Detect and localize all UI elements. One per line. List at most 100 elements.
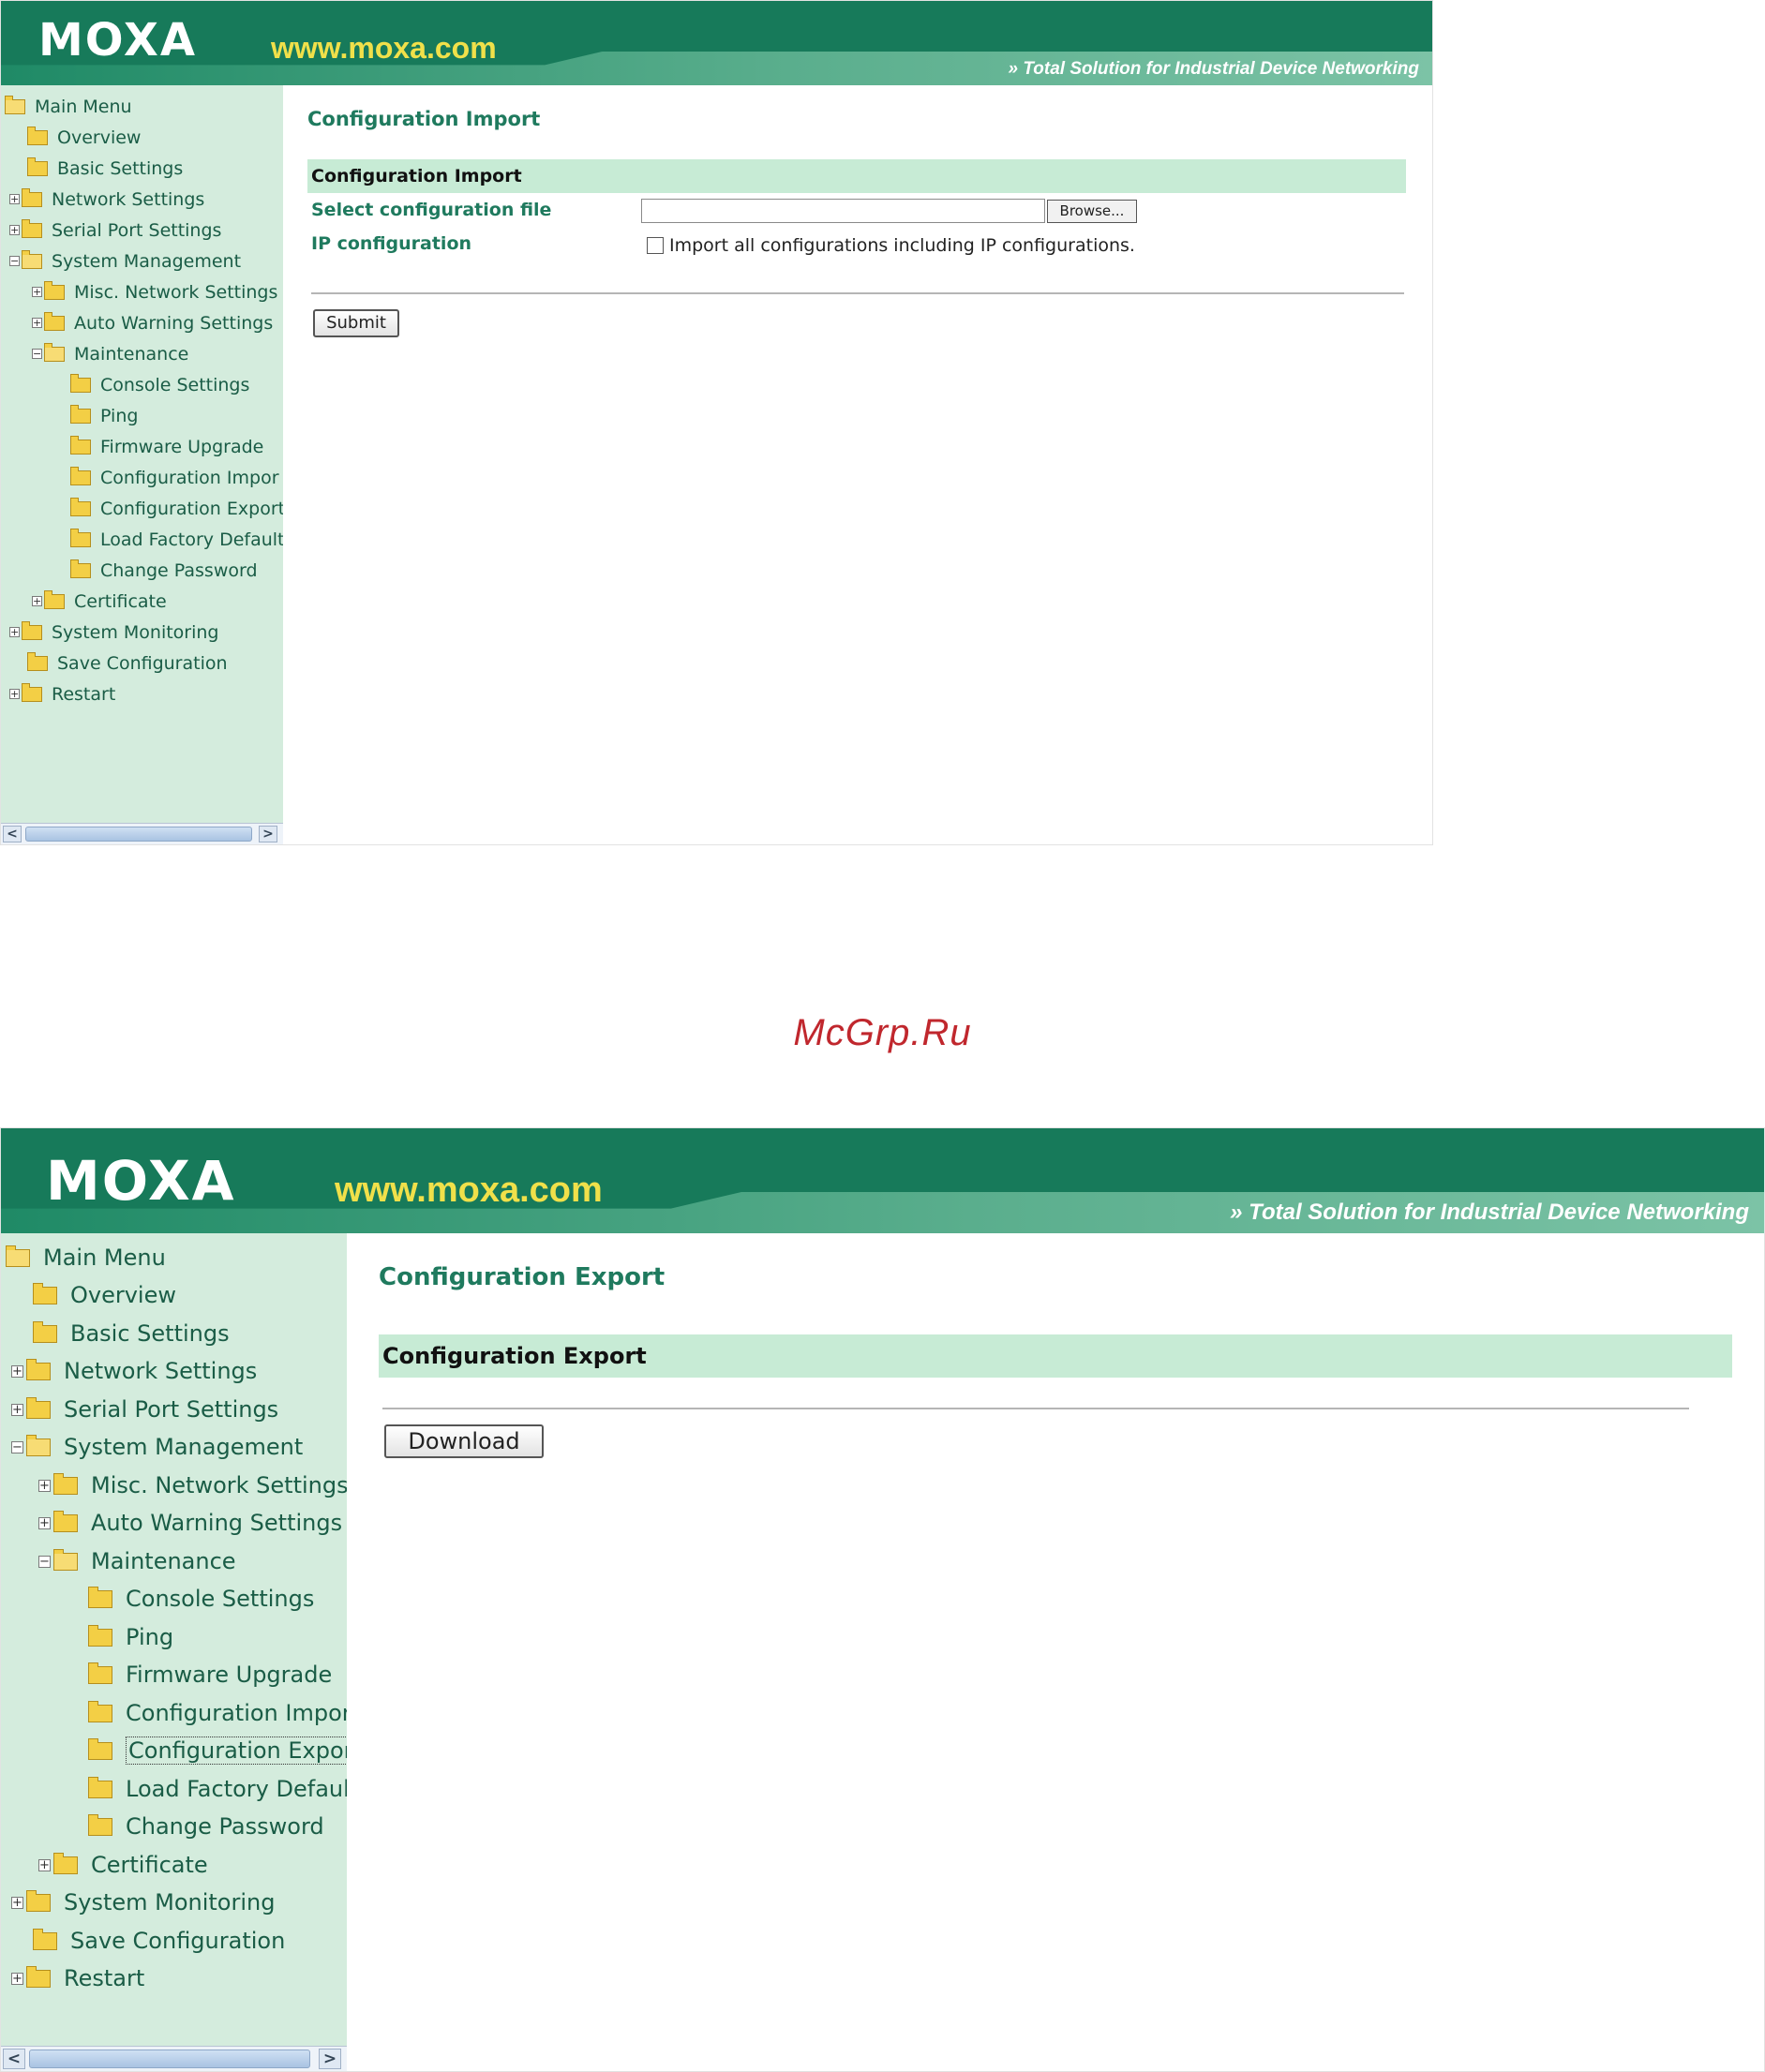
moxa-logo[interactable]: MOXA (38, 14, 197, 67)
expand-icon[interactable]: + (9, 689, 20, 699)
tree-item-misc-network-settings[interactable]: + Misc. Network Settings (32, 276, 277, 307)
folder-icon (26, 1358, 51, 1380)
tree-item-network-settings[interactable]: + Network Settings (9, 184, 204, 215)
tree-label: Load Factory Default (100, 529, 283, 550)
expand-icon[interactable]: + (9, 627, 20, 637)
tree-item-misc-network-settings[interactable]: + Misc. Network Settings (38, 1467, 347, 1504)
folder-open-icon (22, 249, 42, 269)
expand-icon[interactable]: + (11, 1972, 23, 1985)
tagline-text: Total Solution for Industrial Device Net… (1023, 59, 1419, 79)
tree-item-certificate[interactable]: + Certificate (32, 586, 167, 617)
tree-item-load-factory-default[interactable]: Load Factory Default (88, 1770, 347, 1808)
tree-item-system-monitoring[interactable]: + System Monitoring (11, 1884, 275, 1921)
scroll-right-arrow-icon[interactable]: > (259, 826, 277, 842)
ip-configuration-label: IP configuration (311, 233, 472, 254)
tree-item-auto-warning-settings[interactable]: + Auto Warning Settings (32, 307, 273, 338)
tree-item-basic-settings[interactable]: Basic Settings (33, 1315, 230, 1352)
tree-item-console-settings[interactable]: Console Settings (70, 369, 249, 400)
tree-item-configuration-export[interactable]: Configuration Export (88, 1732, 347, 1769)
tree-item-maintenance[interactable]: − Maintenance (32, 338, 188, 369)
tree-item-network-settings[interactable]: + Network Settings (11, 1352, 257, 1390)
tree-item-change-password[interactable]: Change Password (70, 555, 258, 586)
browse-button[interactable]: Browse... (1047, 200, 1137, 223)
tree-label: Restart (52, 683, 116, 705)
tree-item-console-settings[interactable]: Console Settings (88, 1580, 314, 1617)
scroll-left-arrow-icon[interactable]: < (3, 2049, 25, 2069)
tree-item-configuration-import[interactable]: Configuration Impor (70, 462, 279, 493)
tree-item-main-menu[interactable]: Main Menu (5, 91, 132, 122)
expand-icon[interactable]: + (38, 1858, 51, 1871)
expand-icon[interactable]: + (11, 1403, 23, 1416)
folder-icon (44, 311, 65, 331)
tree-item-certificate[interactable]: + Certificate (38, 1846, 208, 1884)
moxa-url[interactable]: www.moxa.com (271, 31, 497, 66)
scrollbar-thumb[interactable] (29, 2050, 310, 2068)
tree-label: Serial Port Settings (52, 219, 222, 241)
submit-button[interactable]: Submit (313, 309, 399, 337)
tree-item-auto-warning-settings[interactable]: + Auto Warning Settings (38, 1504, 342, 1542)
tree-item-maintenance[interactable]: − Maintenance (38, 1543, 236, 1580)
expand-icon[interactable]: + (38, 1516, 51, 1529)
tree-item-firmware-upgrade[interactable]: Firmware Upgrade (70, 431, 263, 462)
folder-icon (70, 528, 91, 547)
scroll-left-arrow-icon[interactable]: < (3, 826, 22, 842)
folder-icon (27, 651, 48, 671)
tree-item-basic-settings[interactable]: Basic Settings (27, 153, 183, 184)
tree-item-system-monitoring[interactable]: + System Monitoring (9, 617, 219, 648)
collapse-icon[interactable]: − (32, 349, 42, 359)
main-content: Configuration Import Configuration Impor… (283, 85, 1432, 844)
tree-item-load-factory-default[interactable]: Load Factory Default (70, 524, 283, 555)
expand-icon[interactable]: + (11, 1896, 23, 1909)
folder-icon (22, 187, 42, 207)
expand-icon[interactable]: + (32, 596, 42, 606)
collapse-icon[interactable]: − (38, 1555, 51, 1568)
tree-item-configuration-import[interactable]: Configuration Impor (88, 1694, 347, 1732)
tree-item-system-management[interactable]: − System Management (11, 1428, 303, 1466)
tree-item-restart[interactable]: + Restart (11, 1960, 144, 1997)
tree-item-overview[interactable]: Overview (33, 1276, 176, 1314)
tree-label: Overview (57, 127, 142, 148)
tree-item-ping[interactable]: Ping (88, 1618, 173, 1656)
tree-item-save-configuration[interactable]: Save Configuration (27, 648, 228, 678)
tree-label: Certificate (74, 590, 167, 612)
tree-item-ping[interactable]: Ping (70, 400, 138, 431)
expand-icon[interactable]: + (9, 194, 20, 204)
download-button[interactable]: Download (384, 1424, 544, 1458)
folder-icon (70, 559, 91, 578)
expand-icon[interactable]: + (38, 1479, 51, 1492)
tree-label: Certificate (91, 1852, 208, 1878)
tree-item-configuration-export[interactable]: Configuration Export (70, 493, 283, 524)
sidebar-horizontal-scrollbar[interactable]: < > (1, 823, 283, 844)
tree-label: Firmware Upgrade (126, 1662, 333, 1688)
collapse-icon[interactable]: − (9, 256, 20, 266)
moxa-url[interactable]: www.moxa.com (335, 1170, 603, 1211)
expand-icon[interactable]: + (11, 1364, 23, 1378)
tree-item-restart[interactable]: + Restart (9, 678, 115, 709)
tree-item-main-menu[interactable]: Main Menu (6, 1239, 166, 1276)
sidebar-horizontal-scrollbar[interactable]: < > (1, 2046, 347, 2071)
tree-item-overview[interactable]: Overview (27, 122, 141, 153)
tree-label: Console Settings (100, 374, 250, 395)
tree-item-system-management[interactable]: − System Management (9, 246, 241, 276)
expand-icon[interactable]: + (32, 318, 42, 328)
tree-item-change-password[interactable]: Change Password (88, 1808, 324, 1845)
moxa-logo[interactable]: MOXA (46, 1149, 236, 1213)
folder-icon (70, 435, 91, 455)
scroll-right-arrow-icon[interactable]: > (319, 2049, 341, 2069)
tree-item-serial-port-settings[interactable]: + Serial Port Settings (9, 215, 221, 246)
tree-label: System Monitoring (52, 621, 219, 643)
collapse-icon[interactable]: − (11, 1440, 23, 1453)
tree-item-firmware-upgrade[interactable]: Firmware Upgrade (88, 1656, 332, 1693)
tree-label: Auto Warning Settings (74, 312, 274, 334)
tree-label: Auto Warning Settings (91, 1510, 343, 1536)
tree-item-serial-port-settings[interactable]: + Serial Port Settings (11, 1391, 278, 1428)
folder-icon (88, 1662, 112, 1684)
import-ip-checkbox[interactable] (647, 237, 664, 254)
tree-item-save-configuration[interactable]: Save Configuration (33, 1922, 285, 1960)
expand-icon[interactable]: + (9, 225, 20, 235)
select-file-label: Select configuration file (311, 200, 552, 220)
config-file-input[interactable] (641, 199, 1045, 223)
scrollbar-thumb[interactable] (25, 827, 252, 842)
folder-icon (88, 1776, 112, 1798)
expand-icon[interactable]: + (32, 287, 42, 297)
